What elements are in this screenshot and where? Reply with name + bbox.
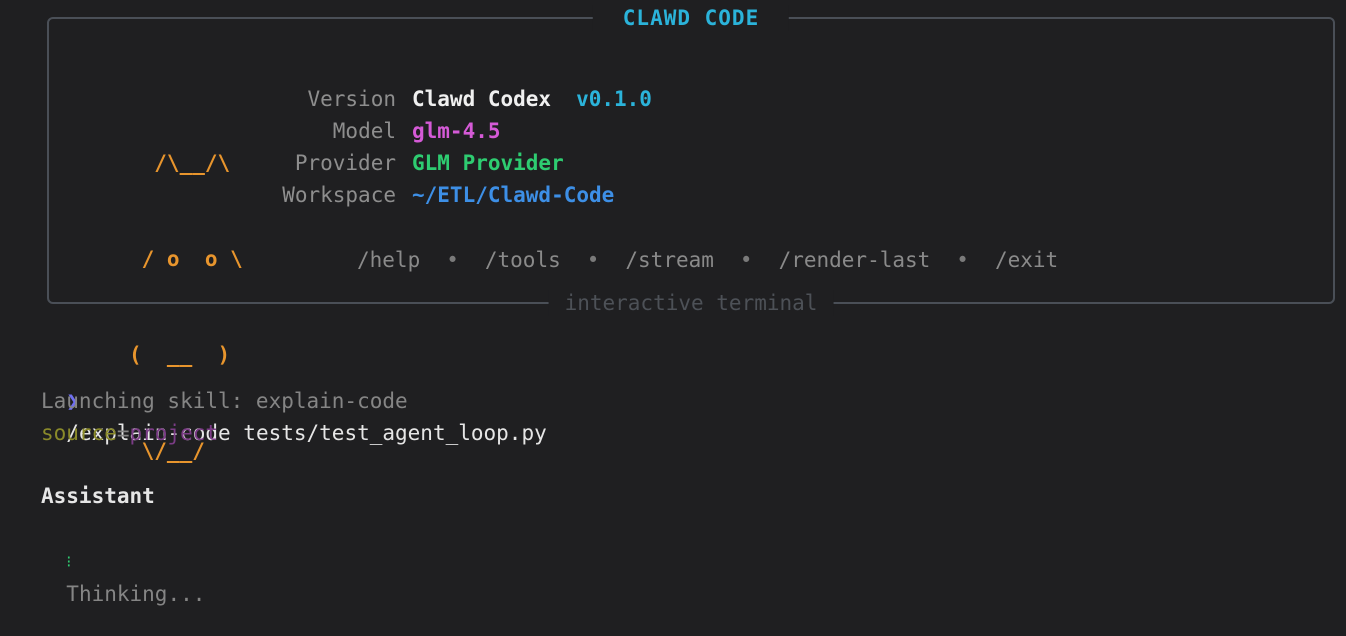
- thinking-line: ⁝ Thinking...: [41, 512, 205, 610]
- thinking-text: Thinking...: [66, 582, 206, 606]
- workspace-value: ~/ETL/Clawd-Code: [412, 183, 615, 207]
- stream-command[interactable]: /stream: [625, 244, 714, 276]
- command-separator: •: [446, 248, 459, 272]
- launch-status: Launching skill: explain-code: [41, 389, 408, 413]
- model-value: glm-4.5: [412, 119, 501, 143]
- command-bar: /help • /tools • /stream • /render-last …: [357, 244, 1058, 276]
- tools-command[interactable]: /tools: [485, 244, 561, 276]
- workspace-label: Workspace: [282, 183, 396, 207]
- panel-footer: interactive terminal: [548, 290, 834, 316]
- exit-command[interactable]: /exit: [995, 244, 1058, 276]
- spinner-icon: ⁝: [66, 552, 72, 571]
- panel-title: CLAWD CODE: [592, 5, 790, 31]
- source-line: source=project: [41, 417, 218, 449]
- banner-panel: CLAWD CODE /\__/\ / o o \ ( __ ) \/__/ V…: [47, 5, 1335, 463]
- info-table: Version Clawd Codex v0.1.0 Model glm-4.5…: [254, 83, 652, 211]
- model-label: Model: [332, 119, 396, 143]
- version-label: Version: [307, 87, 396, 111]
- logo-line-1: /\__/\: [129, 151, 231, 175]
- provider-value: GLM Provider: [412, 151, 564, 175]
- info-row-workspace: Workspace ~/ETL/Clawd-Code: [254, 179, 652, 211]
- assistant-label: Assistant: [41, 484, 155, 508]
- logo-line-2: / o o \: [129, 247, 243, 271]
- info-row-version: Version Clawd Codex v0.1.0: [254, 83, 652, 115]
- render-last-command[interactable]: /render-last: [779, 244, 931, 276]
- source-key: source: [41, 421, 117, 445]
- provider-label: Provider: [294, 151, 396, 175]
- source-value: project: [129, 421, 219, 445]
- ascii-logo: /\__/\ / o o \ ( __ ) \/__/: [129, 83, 243, 531]
- source-equals: =: [116, 421, 130, 445]
- version-number: v0.1.0: [576, 87, 652, 111]
- command-separator: •: [586, 248, 600, 272]
- command-separator: •: [739, 248, 753, 272]
- command-separator: •: [956, 248, 969, 272]
- help-command[interactable]: /help: [357, 244, 420, 276]
- info-row-provider: Provider GLM Provider: [254, 147, 652, 179]
- info-row-model: Model glm-4.5: [254, 115, 652, 147]
- version-name: Clawd Codex: [412, 87, 552, 111]
